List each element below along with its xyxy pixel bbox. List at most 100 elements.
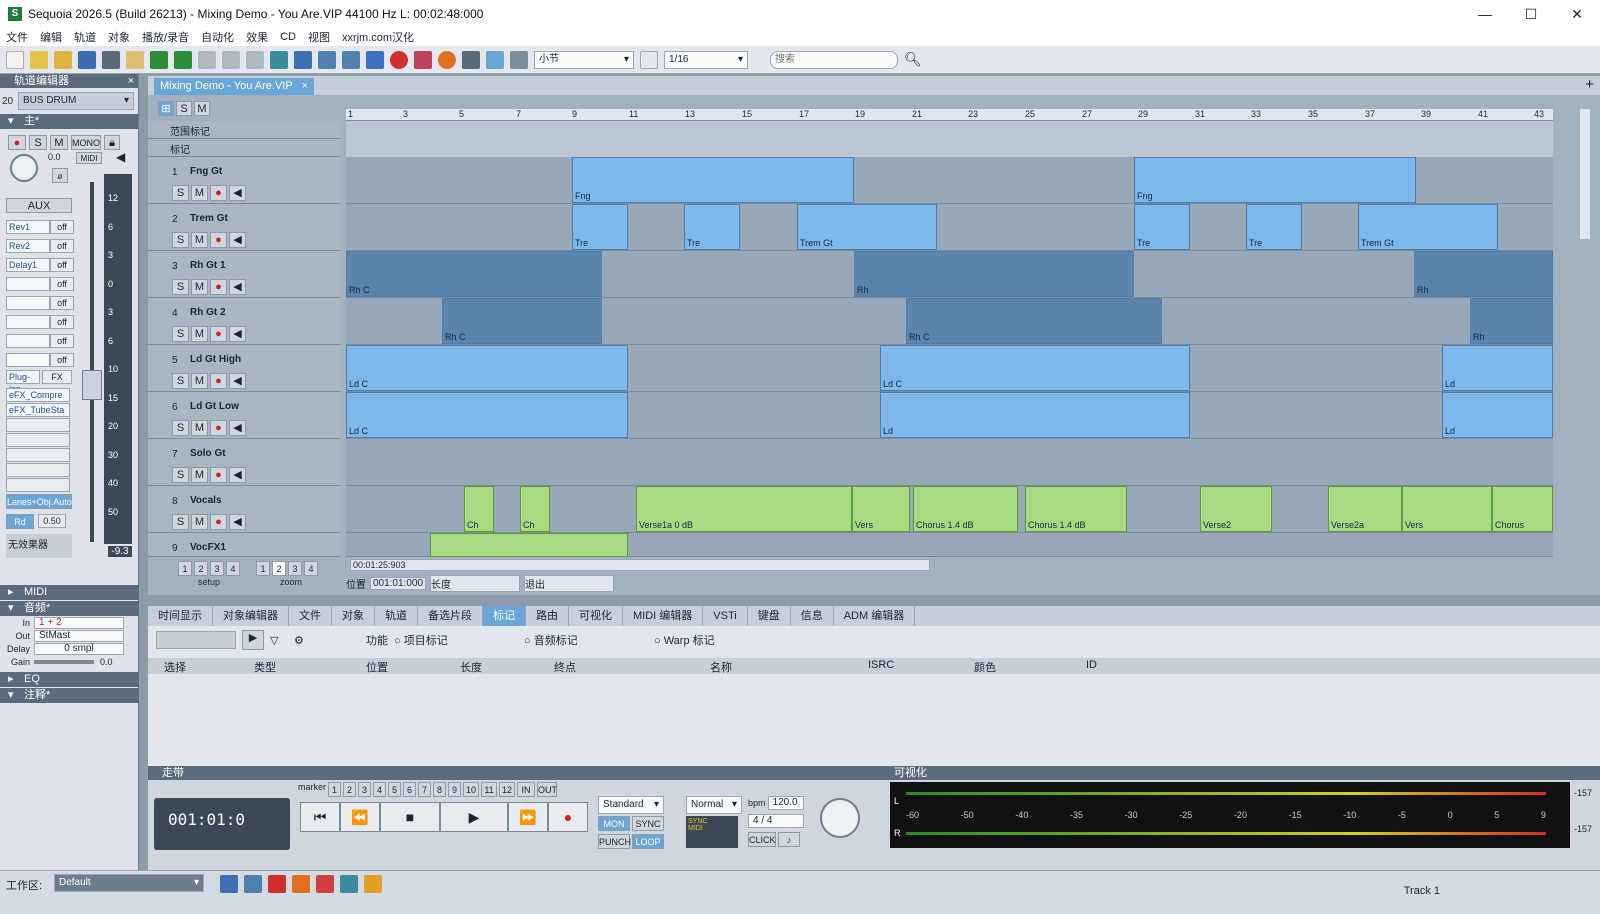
section-main[interactable]: 主* bbox=[0, 114, 138, 129]
send-name[interactable] bbox=[6, 276, 50, 291]
metronome-icon[interactable] bbox=[462, 50, 480, 69]
marker-button[interactable]: 10 bbox=[463, 782, 480, 797]
marker-button[interactable]: 2 bbox=[343, 782, 357, 797]
record-button[interactable]: ● bbox=[210, 467, 227, 483]
solo-all-button[interactable]: S bbox=[176, 101, 192, 116]
record-button[interactable]: ● bbox=[210, 514, 227, 530]
in-button[interactable]: IN bbox=[517, 782, 536, 797]
pointer-icon[interactable] bbox=[102, 50, 120, 69]
mute-button[interactable]: M bbox=[191, 373, 208, 389]
redo-icon[interactable] bbox=[246, 50, 264, 69]
send-state[interactable]: off bbox=[50, 219, 74, 234]
time-signature-select[interactable]: 4 / 4 bbox=[748, 814, 804, 828]
setup-button[interactable]: 4 bbox=[226, 561, 240, 576]
settings-gear-icon[interactable] bbox=[438, 50, 456, 69]
midi-button[interactable]: MIDI bbox=[76, 152, 102, 164]
send-state[interactable]: off bbox=[50, 276, 74, 291]
setup-button[interactable]: 3 bbox=[210, 561, 224, 576]
record-button[interactable]: ● bbox=[210, 420, 227, 436]
menu-object[interactable]: 对象 bbox=[102, 29, 136, 45]
undo-icon[interactable] bbox=[222, 50, 240, 69]
solo-button[interactable]: S bbox=[172, 420, 189, 436]
fader-handle[interactable] bbox=[82, 370, 102, 400]
send-state[interactable]: off bbox=[50, 352, 74, 367]
audio-clip[interactable]: Rh C bbox=[442, 298, 602, 344]
metronome-icon[interactable]: ♪ bbox=[778, 832, 800, 847]
send-state[interactable]: off bbox=[50, 238, 74, 253]
tab-markers[interactable]: 标记 bbox=[483, 606, 526, 626]
audio-clip[interactable]: Trem Gt bbox=[1358, 204, 1498, 250]
bpm-field[interactable]: 120.0 bbox=[767, 796, 804, 810]
track-header[interactable]: 6 Ld Gt Low S M ● ◀ bbox=[148, 392, 340, 439]
record-button[interactable]: ● bbox=[210, 373, 227, 389]
fade-icon[interactable] bbox=[318, 50, 336, 69]
tab-tracks[interactable]: 轨道 bbox=[375, 606, 418, 626]
color-icon[interactable] bbox=[364, 875, 382, 893]
filter-icon[interactable]: ▽ bbox=[270, 634, 288, 647]
track-header[interactable]: 1 Fng Gt S M ● ◀ bbox=[148, 157, 340, 204]
menu-track[interactable]: 轨道 bbox=[68, 29, 102, 45]
search-icon[interactable]: 🔍︎ bbox=[904, 51, 922, 69]
tab-vsti[interactable]: VSTi bbox=[703, 606, 748, 626]
vocal-clip[interactable]: Ch bbox=[464, 486, 494, 532]
monitor-icon[interactable]: ◀ bbox=[229, 373, 246, 389]
tab-keyboard[interactable]: 键盘 bbox=[748, 606, 791, 626]
tab-object-editor[interactable]: 对象编辑器 bbox=[213, 606, 289, 626]
workspace-select[interactable]: Default ▾ bbox=[54, 874, 204, 892]
track-header[interactable]: 4 Rh Gt 2 S M ● ◀ bbox=[148, 298, 340, 345]
marker-name-field[interactable] bbox=[156, 631, 236, 649]
open-project-icon[interactable] bbox=[54, 50, 72, 69]
audio-clip[interactable]: Ld bbox=[1442, 345, 1553, 391]
tab-takes[interactable]: 备选片段 bbox=[418, 606, 483, 626]
audio-clip[interactable]: Rh bbox=[854, 251, 1134, 297]
marker-button[interactable]: 8 bbox=[433, 782, 447, 797]
audio-clip[interactable]: Tre bbox=[1134, 204, 1190, 250]
section-eq[interactable]: EQ bbox=[0, 672, 139, 687]
new-file-icon[interactable] bbox=[6, 50, 24, 69]
solo-button[interactable]: S bbox=[172, 373, 189, 389]
cut-icon[interactable] bbox=[150, 50, 168, 69]
lanes-obj-auto-button[interactable]: Lanes+Obj.Auto bbox=[6, 494, 72, 509]
search-input[interactable] bbox=[770, 50, 898, 69]
track-header[interactable]: 5 Ld Gt High S M ● ◀ bbox=[148, 345, 340, 392]
record-arm-button[interactable]: ● bbox=[8, 135, 26, 150]
column-end[interactable]: 终点 bbox=[554, 659, 576, 675]
tab-objects[interactable]: 对象 bbox=[332, 606, 375, 626]
track-header[interactable]: 2 Trem Gt S M ● ◀ bbox=[148, 204, 340, 251]
solo-button[interactable]: S bbox=[172, 232, 189, 248]
plugin-slot[interactable]: eFX_Compre bbox=[6, 388, 70, 402]
forward-button[interactable]: ⏩ bbox=[508, 802, 548, 832]
marker-icon[interactable] bbox=[316, 875, 334, 893]
monitor-icon[interactable]: ◀ bbox=[229, 420, 246, 436]
lock-icon[interactable]: 🔒︎ bbox=[104, 135, 120, 150]
send-name[interactable] bbox=[6, 352, 50, 367]
plugin-slot[interactable]: eFX_TubeSta bbox=[6, 403, 70, 417]
trim-icon[interactable] bbox=[294, 50, 312, 69]
vocal-clip[interactable]: Vers bbox=[1402, 486, 1492, 532]
mute-button[interactable]: M bbox=[191, 279, 208, 295]
section-notes[interactable]: 注释* bbox=[0, 688, 139, 703]
record-button[interactable]: ● bbox=[210, 232, 227, 248]
mute-button[interactable]: M bbox=[191, 467, 208, 483]
audio-delay-field[interactable]: 0 smpl bbox=[34, 642, 124, 655]
tab-time-display[interactable]: 时间显示 bbox=[148, 606, 213, 626]
audio-clip[interactable]: Tre bbox=[684, 204, 740, 250]
track-header[interactable]: 3 Rh Gt 1 S M ● ◀ bbox=[148, 251, 340, 298]
column-color[interactable]: 颜色 bbox=[974, 659, 996, 675]
monitor-icon[interactable]: ◀ bbox=[229, 514, 246, 530]
menu-automation[interactable]: 自动化 bbox=[195, 29, 240, 45]
zoom-button[interactable]: 1 bbox=[256, 561, 270, 576]
column-select[interactable]: 选择 bbox=[164, 659, 186, 675]
send-name[interactable] bbox=[6, 314, 50, 329]
send-name[interactable]: Delay1 bbox=[6, 257, 50, 272]
record-button[interactable]: ● bbox=[210, 279, 227, 295]
split-icon[interactable] bbox=[270, 50, 288, 69]
zoom-button[interactable]: 2 bbox=[272, 561, 286, 576]
layout-icon[interactable] bbox=[244, 875, 262, 893]
menu-file[interactable]: 文件 bbox=[0, 29, 34, 45]
menu-edit[interactable]: 编辑 bbox=[34, 29, 68, 45]
snap-icon[interactable] bbox=[486, 50, 504, 69]
quantize-icon[interactable] bbox=[640, 50, 658, 69]
column-id[interactable]: ID bbox=[1086, 659, 1097, 671]
jog-wheel[interactable] bbox=[820, 798, 860, 838]
